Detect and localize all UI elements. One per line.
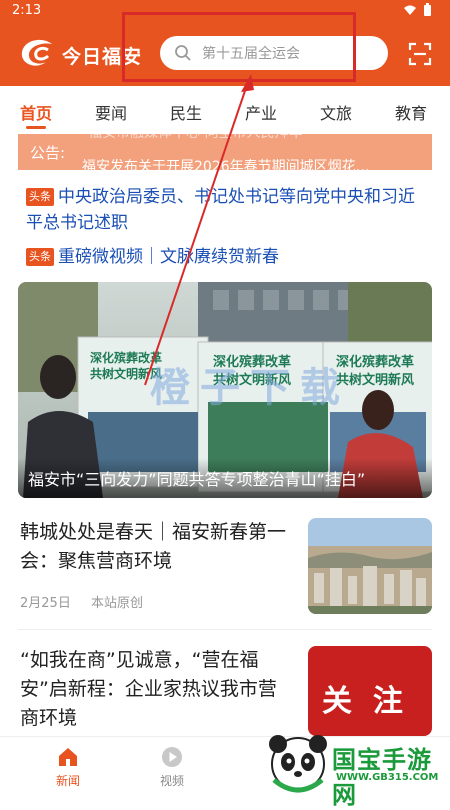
site-logo-url: WWW.GB315.COM <box>336 772 439 783</box>
nav-video[interactable]: 视频 <box>142 745 202 789</box>
play-icon <box>162 747 182 767</box>
news-date: 2月25日 <box>20 596 71 611</box>
panda-icon <box>269 735 327 793</box>
news-title: “如我在商”见诚意，“营在福安”启新程：企业家热议我市营商环境 <box>20 649 277 729</box>
list-divider <box>18 629 432 630</box>
site-logo: 国宝手游网 WWW.GB315.COM <box>266 722 450 809</box>
news-source: 本站原创 <box>90 596 143 611</box>
news-meta: 2月25日 本站原创 <box>20 592 159 611</box>
news-list-item[interactable]: 韩城处处是春天｜福安新春第一会：聚焦营商环境 2月25日 本站原创 <box>18 518 432 623</box>
nav-news-label: 新闻 <box>55 774 80 788</box>
nav-news[interactable]: 新闻 <box>38 745 98 789</box>
home-icon <box>59 748 77 766</box>
nav-video-label: 视频 <box>159 774 184 788</box>
thumbnail-text: 关 注 <box>322 684 403 719</box>
city-photo <box>308 518 432 614</box>
news-thumbnail <box>308 518 432 614</box>
news-title: 韩城处处是春天｜福安新春第一会：聚焦营商环境 <box>20 521 287 572</box>
